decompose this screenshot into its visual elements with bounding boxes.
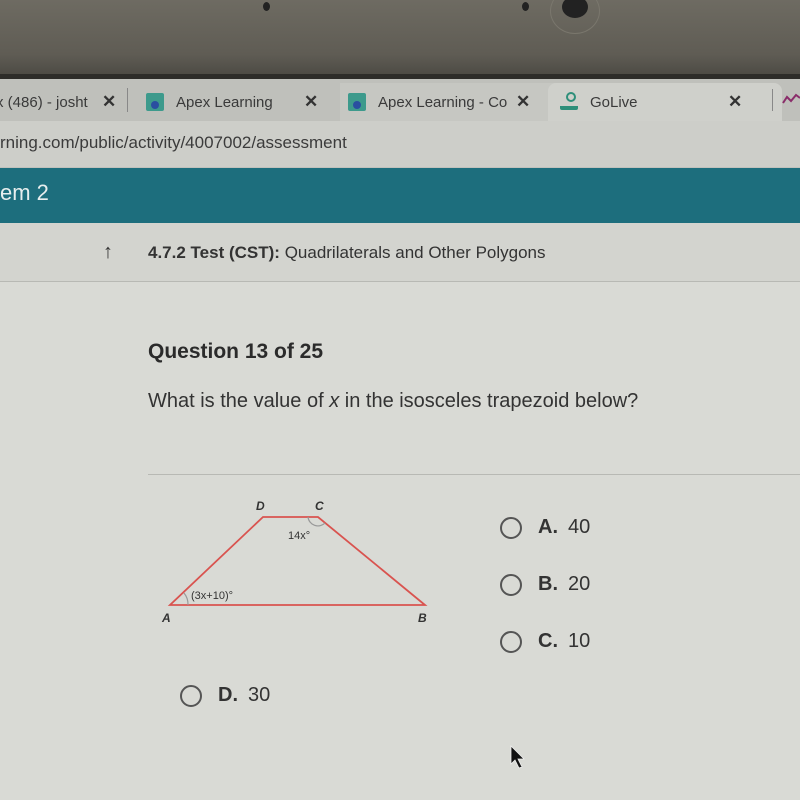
vertex-label-d: D bbox=[256, 499, 265, 513]
angle-a-label: (3x+10)° bbox=[191, 590, 233, 602]
golive-favicon-icon bbox=[560, 92, 578, 110]
answer-option-d[interactable]: D. 30 bbox=[180, 684, 270, 707]
radio-button[interactable] bbox=[180, 684, 202, 707]
close-tab-icon[interactable]: ✕ bbox=[516, 92, 530, 112]
tab-mail[interactable]: x (486) - josht ✕ bbox=[0, 83, 130, 121]
question-number: Question 13 of 25 bbox=[148, 340, 324, 363]
close-tab-icon[interactable]: ✕ bbox=[102, 92, 116, 112]
prompt-part: What is the value of bbox=[148, 390, 330, 412]
option-letter: B. bbox=[538, 573, 558, 595]
device-bezel bbox=[0, 0, 800, 78]
vertex-label-c: C bbox=[315, 499, 324, 513]
radio-button[interactable] bbox=[500, 630, 522, 653]
question-area: Question 13 of 25 What is the value of x… bbox=[0, 282, 800, 800]
trapezoid-figure: D C A B 14x° (3x+10)° bbox=[161, 499, 428, 625]
close-tab-icon[interactable]: ✕ bbox=[304, 92, 318, 112]
option-value: 10 bbox=[568, 630, 591, 652]
prompt-part: in the isosceles trapezoid below? bbox=[339, 390, 639, 412]
radio-button[interactable] bbox=[500, 516, 522, 539]
option-value: 40 bbox=[568, 516, 591, 538]
tab-separator bbox=[772, 89, 773, 111]
tab-golive[interactable]: GoLive ✕ bbox=[548, 83, 782, 121]
extension-icon[interactable] bbox=[782, 93, 800, 105]
tab-label: x (486) - josht bbox=[0, 93, 88, 111]
sensor-dot bbox=[522, 2, 529, 11]
option-letter: C. bbox=[538, 630, 558, 652]
up-arrow-icon[interactable]: ↑ bbox=[103, 241, 113, 264]
activity-title[interactable]: 4.7.2 Test (CST): Quadrilaterals and Oth… bbox=[148, 243, 546, 263]
mouse-cursor-icon bbox=[510, 745, 525, 769]
option-value: 20 bbox=[568, 573, 591, 595]
activity-breadcrumb: ↑ 4.7.2 Test (CST): Quadrilaterals and O… bbox=[0, 223, 800, 282]
course-header: em 2 bbox=[0, 168, 800, 223]
tab-label: Apex Learning bbox=[176, 93, 273, 111]
apex-favicon-icon bbox=[348, 93, 366, 111]
option-letter: D. bbox=[218, 684, 238, 706]
activity-type: Test (CST): bbox=[190, 243, 280, 262]
activity-name: Quadrilaterals and Other Polygons bbox=[284, 243, 546, 262]
answer-option-a[interactable]: A. 40 bbox=[500, 516, 590, 539]
browser-tab-bar: x (486) - josht ✕ Apex Learning ✕ Apex L… bbox=[0, 79, 800, 121]
tab-label: Apex Learning - Co bbox=[378, 93, 508, 111]
address-bar[interactable]: rning.com/public/activity/4007002/assess… bbox=[0, 121, 800, 168]
activity-code: 4.7.2 bbox=[148, 243, 186, 262]
option-letter: A. bbox=[538, 516, 558, 538]
vertex-label-a: A bbox=[161, 611, 171, 625]
answer-option-c[interactable]: C. 10 bbox=[500, 630, 590, 653]
answer-option-b[interactable]: B. 20 bbox=[500, 573, 590, 596]
tab-label: GoLive bbox=[590, 93, 638, 111]
tab-apex-learning[interactable]: Apex Learning ✕ bbox=[140, 83, 344, 121]
option-value: 30 bbox=[248, 684, 271, 706]
course-title: em 2 bbox=[0, 180, 49, 205]
question-prompt: What is the value of x in the isosceles … bbox=[148, 390, 638, 413]
close-tab-icon[interactable]: ✕ bbox=[728, 92, 742, 112]
angle-a-arc bbox=[183, 592, 189, 606]
apex-favicon-icon bbox=[146, 93, 164, 111]
prompt-variable: x bbox=[329, 390, 340, 412]
angle-c-label: 14x° bbox=[288, 530, 310, 542]
divider bbox=[148, 474, 800, 475]
vertex-label-b: B bbox=[418, 611, 427, 625]
tab-apex-learning-course[interactable]: Apex Learning - Co ✕ bbox=[340, 83, 556, 121]
sensor-dot bbox=[263, 2, 270, 11]
tab-separator bbox=[127, 88, 128, 112]
url-text[interactable]: rning.com/public/activity/4007002/assess… bbox=[0, 133, 347, 153]
radio-button[interactable] bbox=[500, 573, 522, 596]
